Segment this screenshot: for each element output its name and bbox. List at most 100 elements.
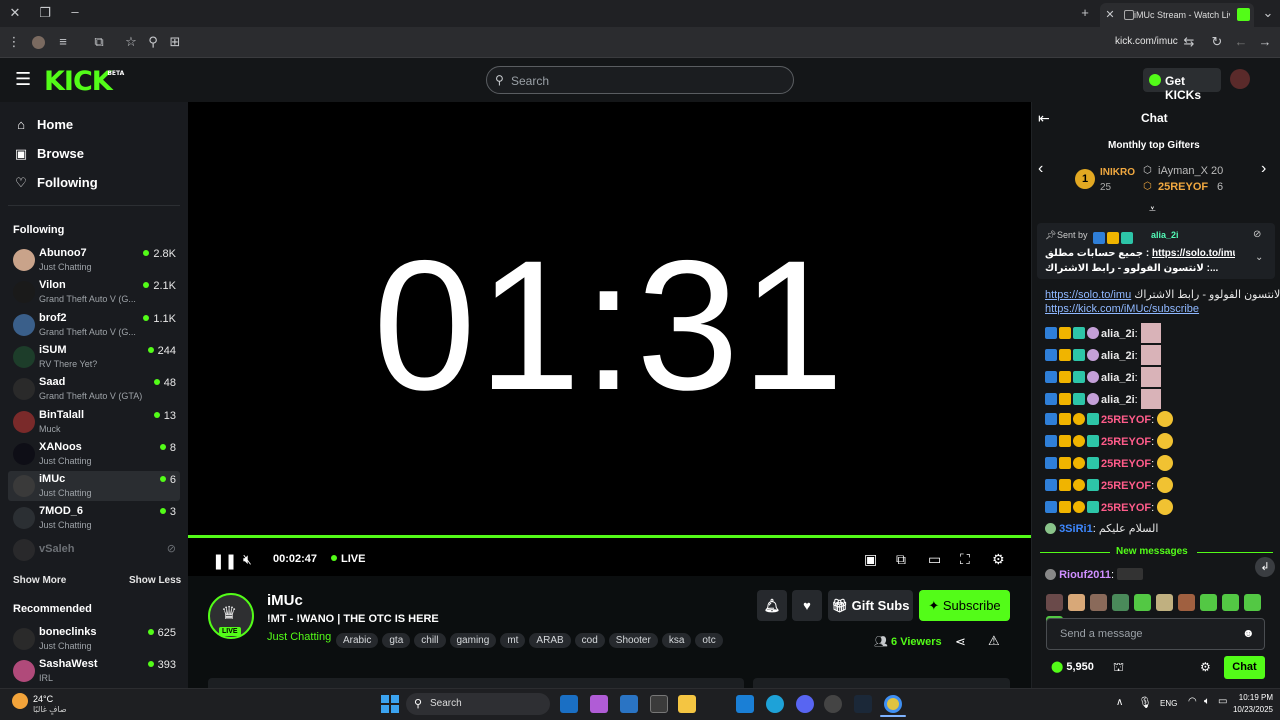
copilot-icon[interactable] xyxy=(590,695,608,713)
zoom-icon[interactable]: ⚲ xyxy=(145,35,161,51)
chat-username[interactable]: 25REYOF xyxy=(1101,436,1151,448)
settings-gear-icon[interactable]: ⚙ xyxy=(992,551,1005,568)
stream-tag[interactable]: gaming xyxy=(449,633,497,648)
emote-icon[interactable] xyxy=(1244,594,1261,611)
notification-bell-button[interactable]: 🔔︎ xyxy=(757,590,787,621)
gifter-2-name[interactable]: iAyman_X xyxy=(1158,165,1208,177)
stream-tag[interactable]: Arabic xyxy=(336,633,379,648)
show-less-button[interactable]: Show Less xyxy=(129,575,181,586)
bookmark-star-icon[interactable]: ☆ xyxy=(123,35,139,51)
stream-tag[interactable]: cod xyxy=(574,633,605,648)
stream-tag[interactable]: Shooter xyxy=(608,633,658,648)
collapse-chat-icon[interactable]: ⇤ xyxy=(1038,110,1050,127)
user-avatar[interactable] xyxy=(1230,69,1250,89)
pause-icon[interactable]: ❚❚ xyxy=(212,552,237,570)
subscribe-link[interactable]: https://kick.com/iMUc/subscribe xyxy=(1045,303,1199,315)
profile-icon[interactable] xyxy=(32,36,45,49)
live-indicator[interactable]: LIVE xyxy=(331,553,365,565)
sidebar-channel[interactable]: SashaWest IRL 393 xyxy=(8,656,180,686)
stream-tag[interactable]: mt xyxy=(500,633,526,648)
chat-username[interactable]: Riouf2011 xyxy=(1059,569,1111,581)
emote-icon[interactable] xyxy=(1090,594,1107,611)
stream-tag[interactable]: gta xyxy=(382,633,411,648)
emote-icon[interactable] xyxy=(1134,594,1151,611)
file-explorer-icon[interactable] xyxy=(678,695,696,713)
stream-tag[interactable]: ksa xyxy=(661,633,692,648)
clock-time[interactable]: 10:19 PM xyxy=(1233,693,1273,702)
menu-dots-icon[interactable]: ⋮ xyxy=(6,35,22,51)
emote-icon[interactable] xyxy=(1178,594,1195,611)
nav-home[interactable]: ⌂ Home xyxy=(13,117,73,137)
microphone-icon[interactable]: 🎙︎ xyxy=(1138,696,1152,709)
expand-pin-icon[interactable]: ⌄ xyxy=(1255,252,1263,263)
windows-start-icon[interactable] xyxy=(381,695,399,713)
wifi-icon[interactable]: ◠ xyxy=(1188,696,1197,707)
sidebar-channel[interactable]: brof2 Grand Theft Auto V (G... 1.1K xyxy=(8,310,180,340)
chat-username[interactable]: alia_2i xyxy=(1101,372,1135,384)
defender-icon[interactable] xyxy=(620,695,638,713)
tray-expand-icon[interactable]: ∧ xyxy=(1116,697,1123,708)
sidebar-channel[interactable]: XANoos Just Chatting 8 xyxy=(8,439,180,469)
emote-icon[interactable] xyxy=(1222,594,1239,611)
nav-browse[interactable]: ▣ Browse xyxy=(13,146,84,166)
clip-icon[interactable]: ⧉ xyxy=(896,551,906,568)
mute-icon[interactable]: 🔇︎ xyxy=(243,551,252,568)
forward-icon[interactable]: ← xyxy=(1233,35,1249,51)
gifter-3-name[interactable]: 25REYOF xyxy=(1158,181,1208,193)
extensions-icon[interactable]: ⧉ xyxy=(91,35,107,51)
sidebar-channel[interactable]: Vilon Grand Theft Auto V (G... 2.1K xyxy=(8,277,180,307)
gifter-1-name[interactable]: INIKRO xyxy=(1100,167,1135,178)
restore-window-icon[interactable]: ❐ xyxy=(37,6,53,22)
chat-username[interactable]: 25REYOF xyxy=(1101,458,1151,470)
stream-category[interactable]: Just Chatting xyxy=(267,631,331,643)
sidebar-channel[interactable]: Saad Grand Theft Auto V (GTA) 48 xyxy=(8,374,180,404)
get-kicks-button[interactable]: Get KICKs xyxy=(1143,68,1221,102)
back-icon[interactable]: → xyxy=(1257,35,1273,51)
gifters-prev-icon[interactable]: ‹ xyxy=(1038,160,1043,178)
emoji-picker-icon[interactable]: ☻ xyxy=(1242,626,1255,640)
sidebar-channel[interactable]: iSUM RV There Yet? 244 xyxy=(8,342,180,372)
app-icon[interactable] xyxy=(824,695,842,713)
tab-search-icon[interactable]: ⌄ xyxy=(1260,6,1276,22)
chat-send-button[interactable]: Chat xyxy=(1224,656,1265,679)
follow-heart-button[interactable]: ♥ xyxy=(792,590,822,621)
reading-list-icon[interactable]: ≡ xyxy=(55,35,71,51)
fullscreen-icon[interactable]: ⛶ xyxy=(960,551,970,568)
sidebar-channel[interactable]: boneclinks Just Chatting 625 xyxy=(8,624,180,654)
clock-date[interactable]: 10/23/2025 xyxy=(1226,705,1273,714)
hide-pin-icon[interactable]: ⊘ xyxy=(1253,229,1261,240)
hamburger-menu-icon[interactable]: ☰ xyxy=(15,70,31,88)
miniplayer-icon[interactable]: ▣ xyxy=(864,551,877,568)
sidebar-channel[interactable]: Abunoo7 Just Chatting 2.8K xyxy=(8,245,180,275)
steam-icon[interactable] xyxy=(854,695,872,713)
subscribe-button[interactable]: ✦ Subscribe xyxy=(919,590,1010,621)
kick-logo[interactable]: KICK BETA xyxy=(44,66,124,97)
browser-tab[interactable]: ✕ iMUc Stream - Watch Live o xyxy=(1100,3,1254,27)
gift-subs-button[interactable]: 🎁︎ Gift Subs xyxy=(828,590,913,621)
solo-link[interactable]: https://solo.to/imu xyxy=(1045,289,1131,301)
taskbar-search[interactable]: ⚲ Search xyxy=(406,693,550,715)
minimize-window-icon[interactable]: – xyxy=(67,5,83,21)
chat-username[interactable]: 25REYOF xyxy=(1101,502,1151,514)
reload-icon[interactable]: ↻ xyxy=(1209,35,1225,51)
chat-username[interactable]: 3SiRi1 xyxy=(1059,523,1093,535)
emote-icon[interactable] xyxy=(1068,594,1085,611)
site-settings-icon[interactable]: ⇆ xyxy=(1181,35,1197,51)
channel-name[interactable]: iMUc xyxy=(267,592,303,609)
nav-following[interactable]: ♡ Following xyxy=(13,175,97,195)
gifters-next-icon[interactable]: › xyxy=(1261,160,1266,178)
chat-username[interactable]: alia_2i xyxy=(1101,394,1135,406)
share-icon[interactable]: ⋖ xyxy=(955,634,966,650)
sidebar-channel[interactable]: iMUc Just Chatting 6 xyxy=(8,471,180,502)
edge-icon[interactable] xyxy=(766,695,784,713)
volume-icon[interactable]: 🔈︎ xyxy=(1204,696,1210,707)
chrome-icon[interactable] xyxy=(884,695,902,713)
stream-tag[interactable]: ARAB xyxy=(529,633,571,648)
expand-gifters-icon[interactable]: ⩡ xyxy=(1149,202,1156,217)
translate-icon[interactable]: ⊞ xyxy=(167,35,183,51)
sidebar-channel[interactable]: BinTalall Muck 13 xyxy=(8,407,180,437)
close-window-icon[interactable]: ✕ xyxy=(7,6,23,22)
pinned-link[interactable]: https://solo.to/imu xyxy=(1152,248,1235,259)
emote-icon[interactable] xyxy=(1046,594,1063,611)
emote-icon[interactable] xyxy=(1112,594,1129,611)
